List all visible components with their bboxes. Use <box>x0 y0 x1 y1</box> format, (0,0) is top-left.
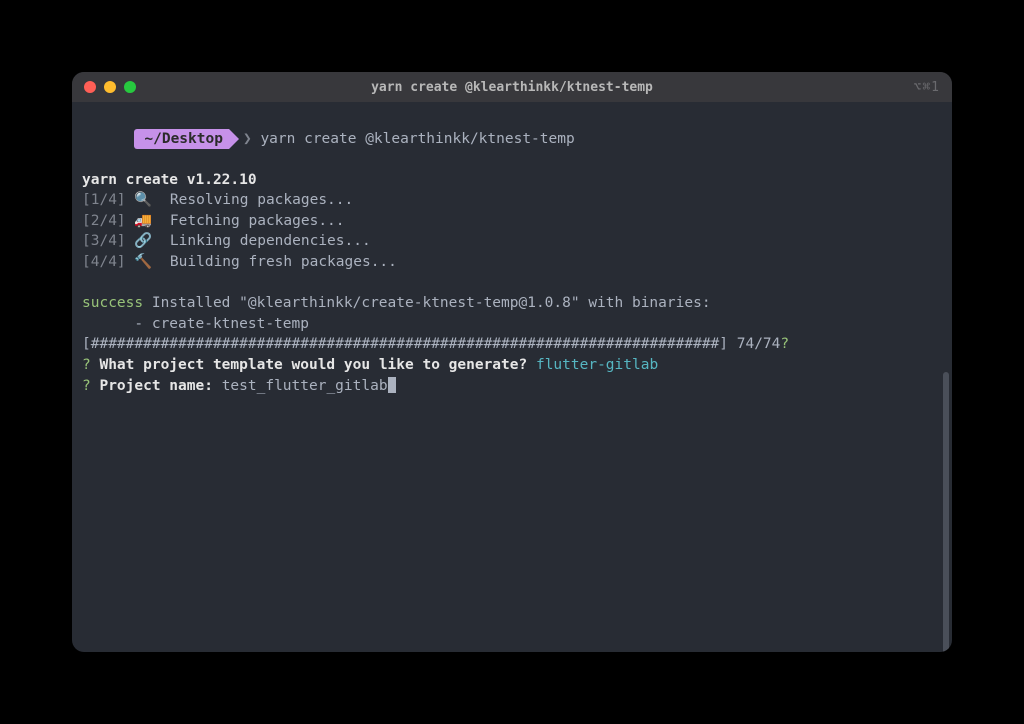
cwd-badge: ~/Desktop <box>134 129 229 150</box>
truck-icon: 🚚 <box>134 213 152 229</box>
success-label: success <box>82 295 143 311</box>
question-mark-icon: ? <box>82 378 91 394</box>
scrollbar[interactable] <box>943 372 949 652</box>
magnifier-icon: 🔍 <box>134 192 152 208</box>
question-text: What project template would you like to … <box>91 357 528 373</box>
close-icon[interactable] <box>84 81 96 93</box>
link-icon: 🔗 <box>134 233 152 249</box>
hammer-icon: 🔨 <box>134 254 152 270</box>
prompt-line: ~/Desktop ❯ yarn create @klearthinkk/ktne… <box>82 108 942 170</box>
titlebar[interactable]: yarn create @klearthinkk/ktnest-temp ⌥⌘1 <box>72 72 952 102</box>
question-mark-icon: ? <box>82 357 91 373</box>
success-text: Installed "@klearthinkk/create-ktnest-te… <box>143 295 710 311</box>
step-line: [4/4] 🔨 Building fresh packages... <box>82 252 942 273</box>
progress-fill: ########################################… <box>91 336 720 352</box>
progress-close: ] <box>719 336 728 352</box>
maximize-icon[interactable] <box>124 81 136 93</box>
progress-count: 74/74 <box>728 336 780 352</box>
step-num: [3/4] <box>82 233 126 249</box>
step-num: [1/4] <box>82 192 126 208</box>
question-line: ? What project template would you like t… <box>82 355 942 376</box>
success-line: success Installed "@klearthinkk/create-k… <box>82 293 942 314</box>
version-line: yarn create v1.22.10 <box>82 170 942 191</box>
input-line: ? Project name: test_flutter_gitlab <box>82 376 942 397</box>
progress-line: [#######################################… <box>82 334 942 355</box>
step-text: Building fresh packages... <box>170 254 397 270</box>
step-text: Linking dependencies... <box>170 233 371 249</box>
question-answer: flutter-gitlab <box>527 357 658 373</box>
prompt-symbol: ❯ <box>243 131 252 147</box>
progress-q: ? <box>780 336 789 352</box>
step-line: [1/4] 🔍 Resolving packages... <box>82 190 942 211</box>
window-shortcut: ⌥⌘1 <box>914 80 940 95</box>
project-name-input[interactable]: test_flutter_gitlab <box>222 378 388 394</box>
command-text: yarn create @klearthinkk/ktnest-temp <box>260 131 574 147</box>
input-label: Project name: <box>91 378 222 394</box>
terminal-window: yarn create @klearthinkk/ktnest-temp ⌥⌘1… <box>72 72 952 652</box>
terminal-body[interactable]: ~/Desktop ❯ yarn create @klearthinkk/ktne… <box>72 102 952 652</box>
traffic-lights <box>84 81 136 93</box>
minimize-icon[interactable] <box>104 81 116 93</box>
step-line: [2/4] 🚚 Fetching packages... <box>82 211 942 232</box>
step-text: Resolving packages... <box>170 192 353 208</box>
blank-line <box>82 273 942 294</box>
binary-line: - create-ktnest-temp <box>82 314 942 335</box>
window-title: yarn create @klearthinkk/ktnest-temp <box>72 80 952 95</box>
progress-open: [ <box>82 336 91 352</box>
step-line: [3/4] 🔗 Linking dependencies... <box>82 231 942 252</box>
cursor-icon <box>388 377 396 393</box>
step-num: [2/4] <box>82 213 126 229</box>
step-num: [4/4] <box>82 254 126 270</box>
step-text: Fetching packages... <box>170 213 345 229</box>
